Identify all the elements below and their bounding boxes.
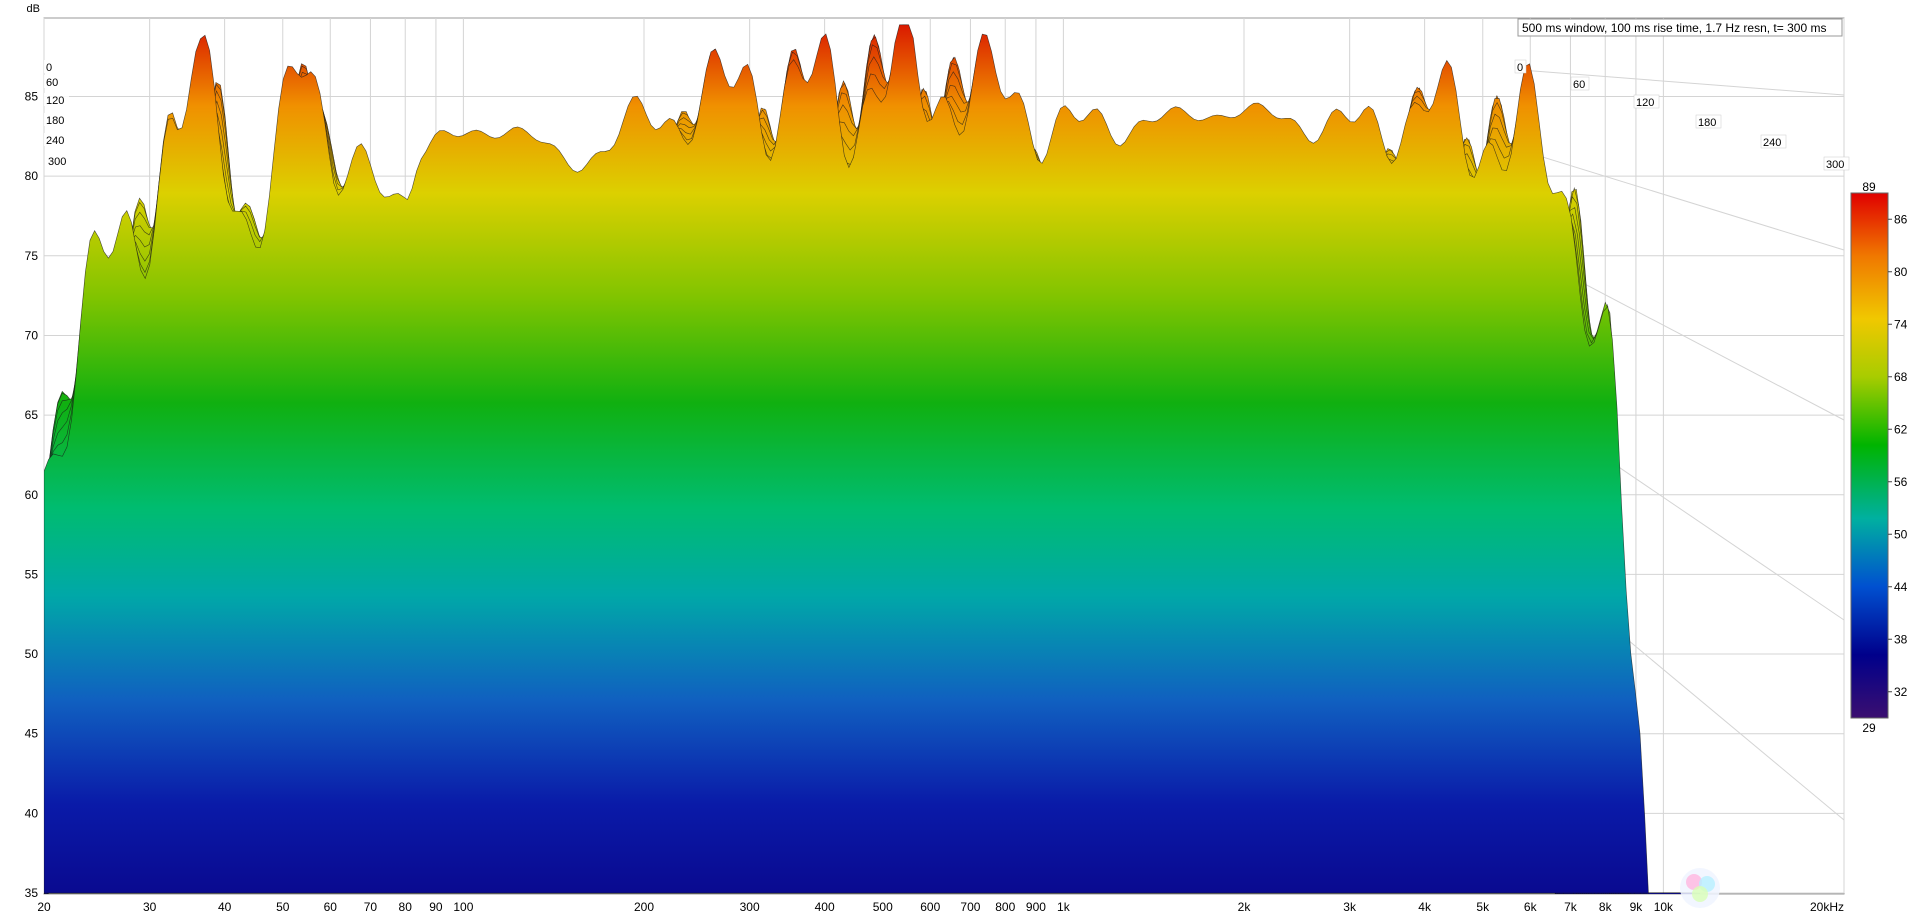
colorbar-tick-label: 62 bbox=[1894, 422, 1908, 436]
x-tick-label: 40 bbox=[218, 900, 232, 914]
x-tick-label: 900 bbox=[1026, 900, 1046, 914]
x-tick-label: 6k bbox=[1524, 900, 1538, 914]
y-tick-label: 45 bbox=[25, 727, 39, 741]
x-tick-label: 9k bbox=[1630, 900, 1644, 914]
y-tick-label: 55 bbox=[25, 567, 39, 581]
colorbar-tick-label: 44 bbox=[1894, 580, 1908, 594]
x-tick-label: 70 bbox=[364, 900, 378, 914]
x-tick-label: 80 bbox=[399, 900, 413, 914]
colorbar-tick-label: 32 bbox=[1894, 685, 1908, 699]
colorbar-tick-label: 56 bbox=[1894, 475, 1908, 489]
time-label-right: 60 bbox=[1570, 76, 1590, 91]
time-label-left-text: 60 bbox=[46, 77, 58, 89]
y-tick-label: 70 bbox=[25, 328, 39, 342]
x-tick-label: 8k bbox=[1599, 900, 1613, 914]
time-label-left: 300 bbox=[46, 154, 71, 168]
time-label-right-text: 60 bbox=[1573, 79, 1585, 91]
time-label-left-text: 180 bbox=[46, 115, 64, 127]
time-label-left: 240 bbox=[44, 133, 69, 147]
y-axis-title: dB bbox=[27, 3, 40, 15]
colorbar-strip bbox=[1850, 192, 1889, 719]
x-tick-label: 1k bbox=[1057, 900, 1071, 914]
x-tick-label: 30 bbox=[143, 900, 157, 914]
time-label-right-text: 300 bbox=[1826, 159, 1844, 171]
x-tick-label: 800 bbox=[995, 900, 1015, 914]
y-tick-label: 35 bbox=[25, 886, 39, 900]
x-tick-label: 100 bbox=[453, 900, 473, 914]
colorbar-min-label: 29 bbox=[1862, 721, 1876, 735]
colorbar-tick-label: 68 bbox=[1894, 370, 1908, 384]
x-tick-label: 50 bbox=[276, 900, 290, 914]
x-tick-label: 7k bbox=[1564, 900, 1578, 914]
time-label-right: 180 bbox=[1695, 114, 1722, 129]
colorbar-tick-label: 50 bbox=[1894, 527, 1908, 541]
time-label-left: 180 bbox=[44, 113, 69, 127]
y-tick-label: 40 bbox=[25, 806, 39, 820]
waterfall-chart: dB 35 40 45 50 55 60 65 70 75 80 85 20 30 40 50 60 70 80… bbox=[25, 3, 1908, 914]
y-tick-label: 50 bbox=[25, 647, 39, 661]
x-tick-label: 300 bbox=[740, 900, 760, 914]
chart-title-box: 500 ms window, 100 ms rise time, 1.7 Hz … bbox=[1517, 18, 1843, 37]
time-label-right-text: 0 bbox=[1517, 62, 1523, 74]
time-label-left-text: 120 bbox=[46, 95, 64, 107]
y-axis: dB 35 40 45 50 55 60 65 70 75 80 85 bbox=[25, 3, 40, 900]
time-label-right-text: 180 bbox=[1698, 117, 1716, 129]
y-tick-label: 60 bbox=[25, 488, 39, 502]
time-label-right-text: 120 bbox=[1636, 97, 1654, 109]
colorbar-max-label: 89 bbox=[1862, 180, 1876, 194]
y-tick-label: 75 bbox=[25, 249, 39, 263]
x-tick-label: 3k bbox=[1343, 900, 1357, 914]
time-label-left-text: 300 bbox=[48, 156, 66, 168]
x-axis: 20 30 40 50 60 70 80 90 100 200 300 400 500 600 700 800… bbox=[37, 900, 1844, 914]
x-tick-label: 600 bbox=[920, 900, 940, 914]
colorbar-tick-label: 86 bbox=[1894, 212, 1908, 226]
x-tick-label: 700 bbox=[960, 900, 980, 914]
colorbar-tick-label: 74 bbox=[1894, 317, 1908, 331]
x-tick-label: 5k bbox=[1476, 900, 1490, 914]
x-tick-label: 10k bbox=[1654, 900, 1674, 914]
x-tick-label: 20kHz bbox=[1810, 900, 1844, 914]
chart-title: 500 ms window, 100 ms rise time, 1.7 Hz … bbox=[1522, 21, 1826, 35]
time-label-left-text: 0 bbox=[46, 62, 52, 74]
colorbar-tick-label: 38 bbox=[1894, 632, 1908, 646]
time-label-right: 240 bbox=[1760, 134, 1787, 149]
y-tick-label: 80 bbox=[25, 169, 39, 183]
time-label-right: 300 bbox=[1823, 156, 1850, 171]
time-label-left: 120 bbox=[44, 93, 69, 107]
y-tick-label: 85 bbox=[25, 90, 39, 104]
watermark-logo bbox=[1680, 868, 1720, 908]
x-tick-label: 200 bbox=[634, 900, 654, 914]
time-label-left: 60 bbox=[44, 75, 62, 89]
x-tick-label: 2k bbox=[1238, 900, 1252, 914]
time-label-right: 120 bbox=[1633, 94, 1660, 109]
time-label-right: 0 bbox=[1514, 59, 1527, 74]
x-tick-label: 4k bbox=[1418, 900, 1432, 914]
x-tick-label: 20 bbox=[37, 900, 51, 914]
time-label-right-text: 240 bbox=[1763, 137, 1781, 149]
waterfall-slices bbox=[44, 24, 1701, 894]
x-tick-label: 500 bbox=[873, 900, 893, 914]
x-tick-label: 400 bbox=[815, 900, 835, 914]
colorbar: 89 29 86 80 74 68 62 56 50 44 38 32 bbox=[1850, 180, 1908, 735]
waterfall-slice bbox=[44, 24, 1701, 894]
x-tick-label: 90 bbox=[429, 900, 443, 914]
time-label-left: 0 bbox=[44, 60, 55, 74]
colorbar-tick-label: 80 bbox=[1894, 265, 1908, 279]
y-tick-label: 65 bbox=[25, 408, 39, 422]
time-label-left-text: 240 bbox=[46, 135, 64, 147]
x-tick-label: 60 bbox=[324, 900, 338, 914]
